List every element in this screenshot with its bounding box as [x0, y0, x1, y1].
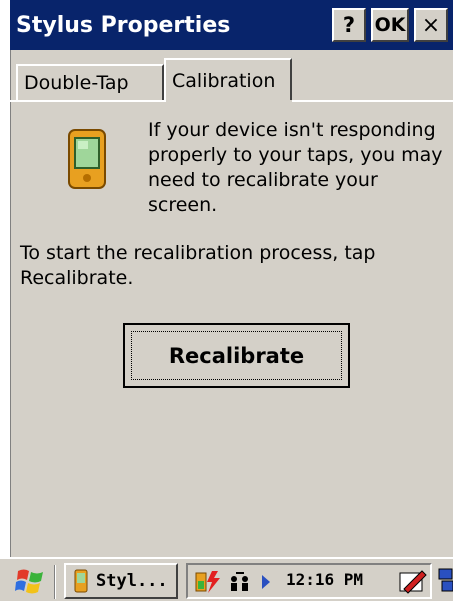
pda-device-icon	[68, 129, 106, 189]
notification-tray: 12:16 PM	[186, 563, 432, 599]
tab-calibration[interactable]: Calibration	[164, 58, 292, 102]
taskbar-task-label: Styl...	[96, 571, 168, 591]
pda-device-icon	[74, 569, 88, 593]
calibration-message: If your device isn't responding properly…	[148, 119, 443, 216]
windows-flag-icon[interactable]	[14, 567, 48, 597]
taskbar-clock[interactable]: 12:16 PM	[286, 570, 363, 589]
network-icon[interactable]	[226, 569, 254, 595]
recalibrate-button-label: Recalibrate	[168, 343, 305, 368]
help-button[interactable]: ?	[332, 8, 366, 42]
calibration-instruction: To start the recalibration process, tap …	[20, 242, 376, 289]
taskbar-task-button[interactable]: Styl...	[64, 563, 178, 599]
desktop-icon[interactable]	[438, 567, 453, 597]
window-title: Stylus Properties	[16, 12, 231, 38]
battery-charging-icon[interactable]	[194, 569, 222, 595]
title-bar: Stylus Properties ? OK ×	[10, 0, 453, 50]
tab-double-tap[interactable]: Double-Tap	[16, 64, 164, 102]
close-button[interactable]: ×	[414, 8, 448, 42]
recalibrate-button[interactable]: Recalibrate	[123, 323, 350, 388]
tab-strip: Double-Tap Calibration	[10, 56, 453, 102]
tray-arrow-icon[interactable]	[260, 572, 274, 592]
taskbar: Styl... 12:16 PM	[0, 557, 453, 601]
ok-button[interactable]: OK	[371, 8, 409, 42]
pen-input-icon[interactable]	[398, 567, 428, 597]
